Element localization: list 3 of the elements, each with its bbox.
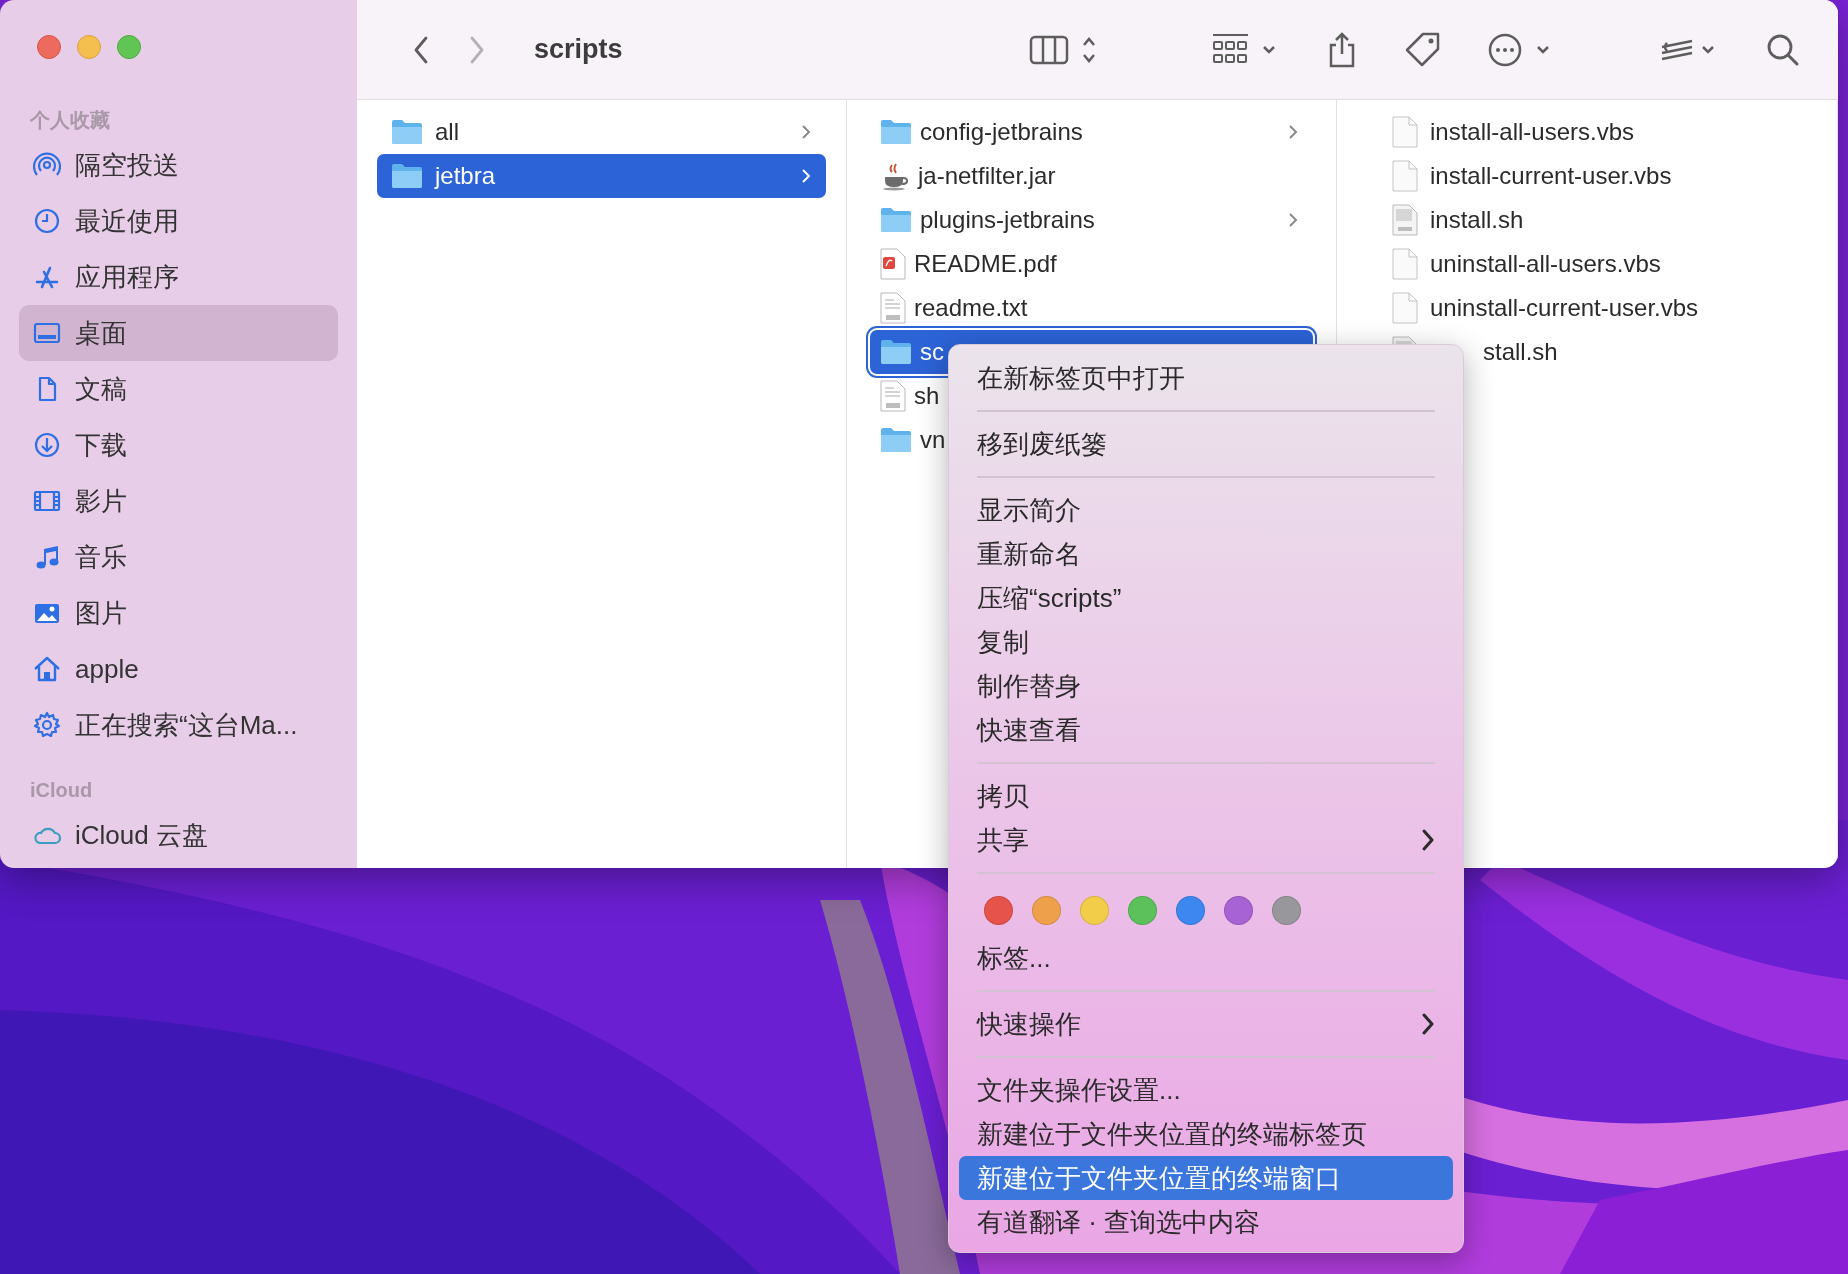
section-heading: iCloud: [29, 778, 94, 803]
window-title: scripts: [534, 33, 623, 67]
section-heading: 个人收藏: [29, 108, 111, 133]
